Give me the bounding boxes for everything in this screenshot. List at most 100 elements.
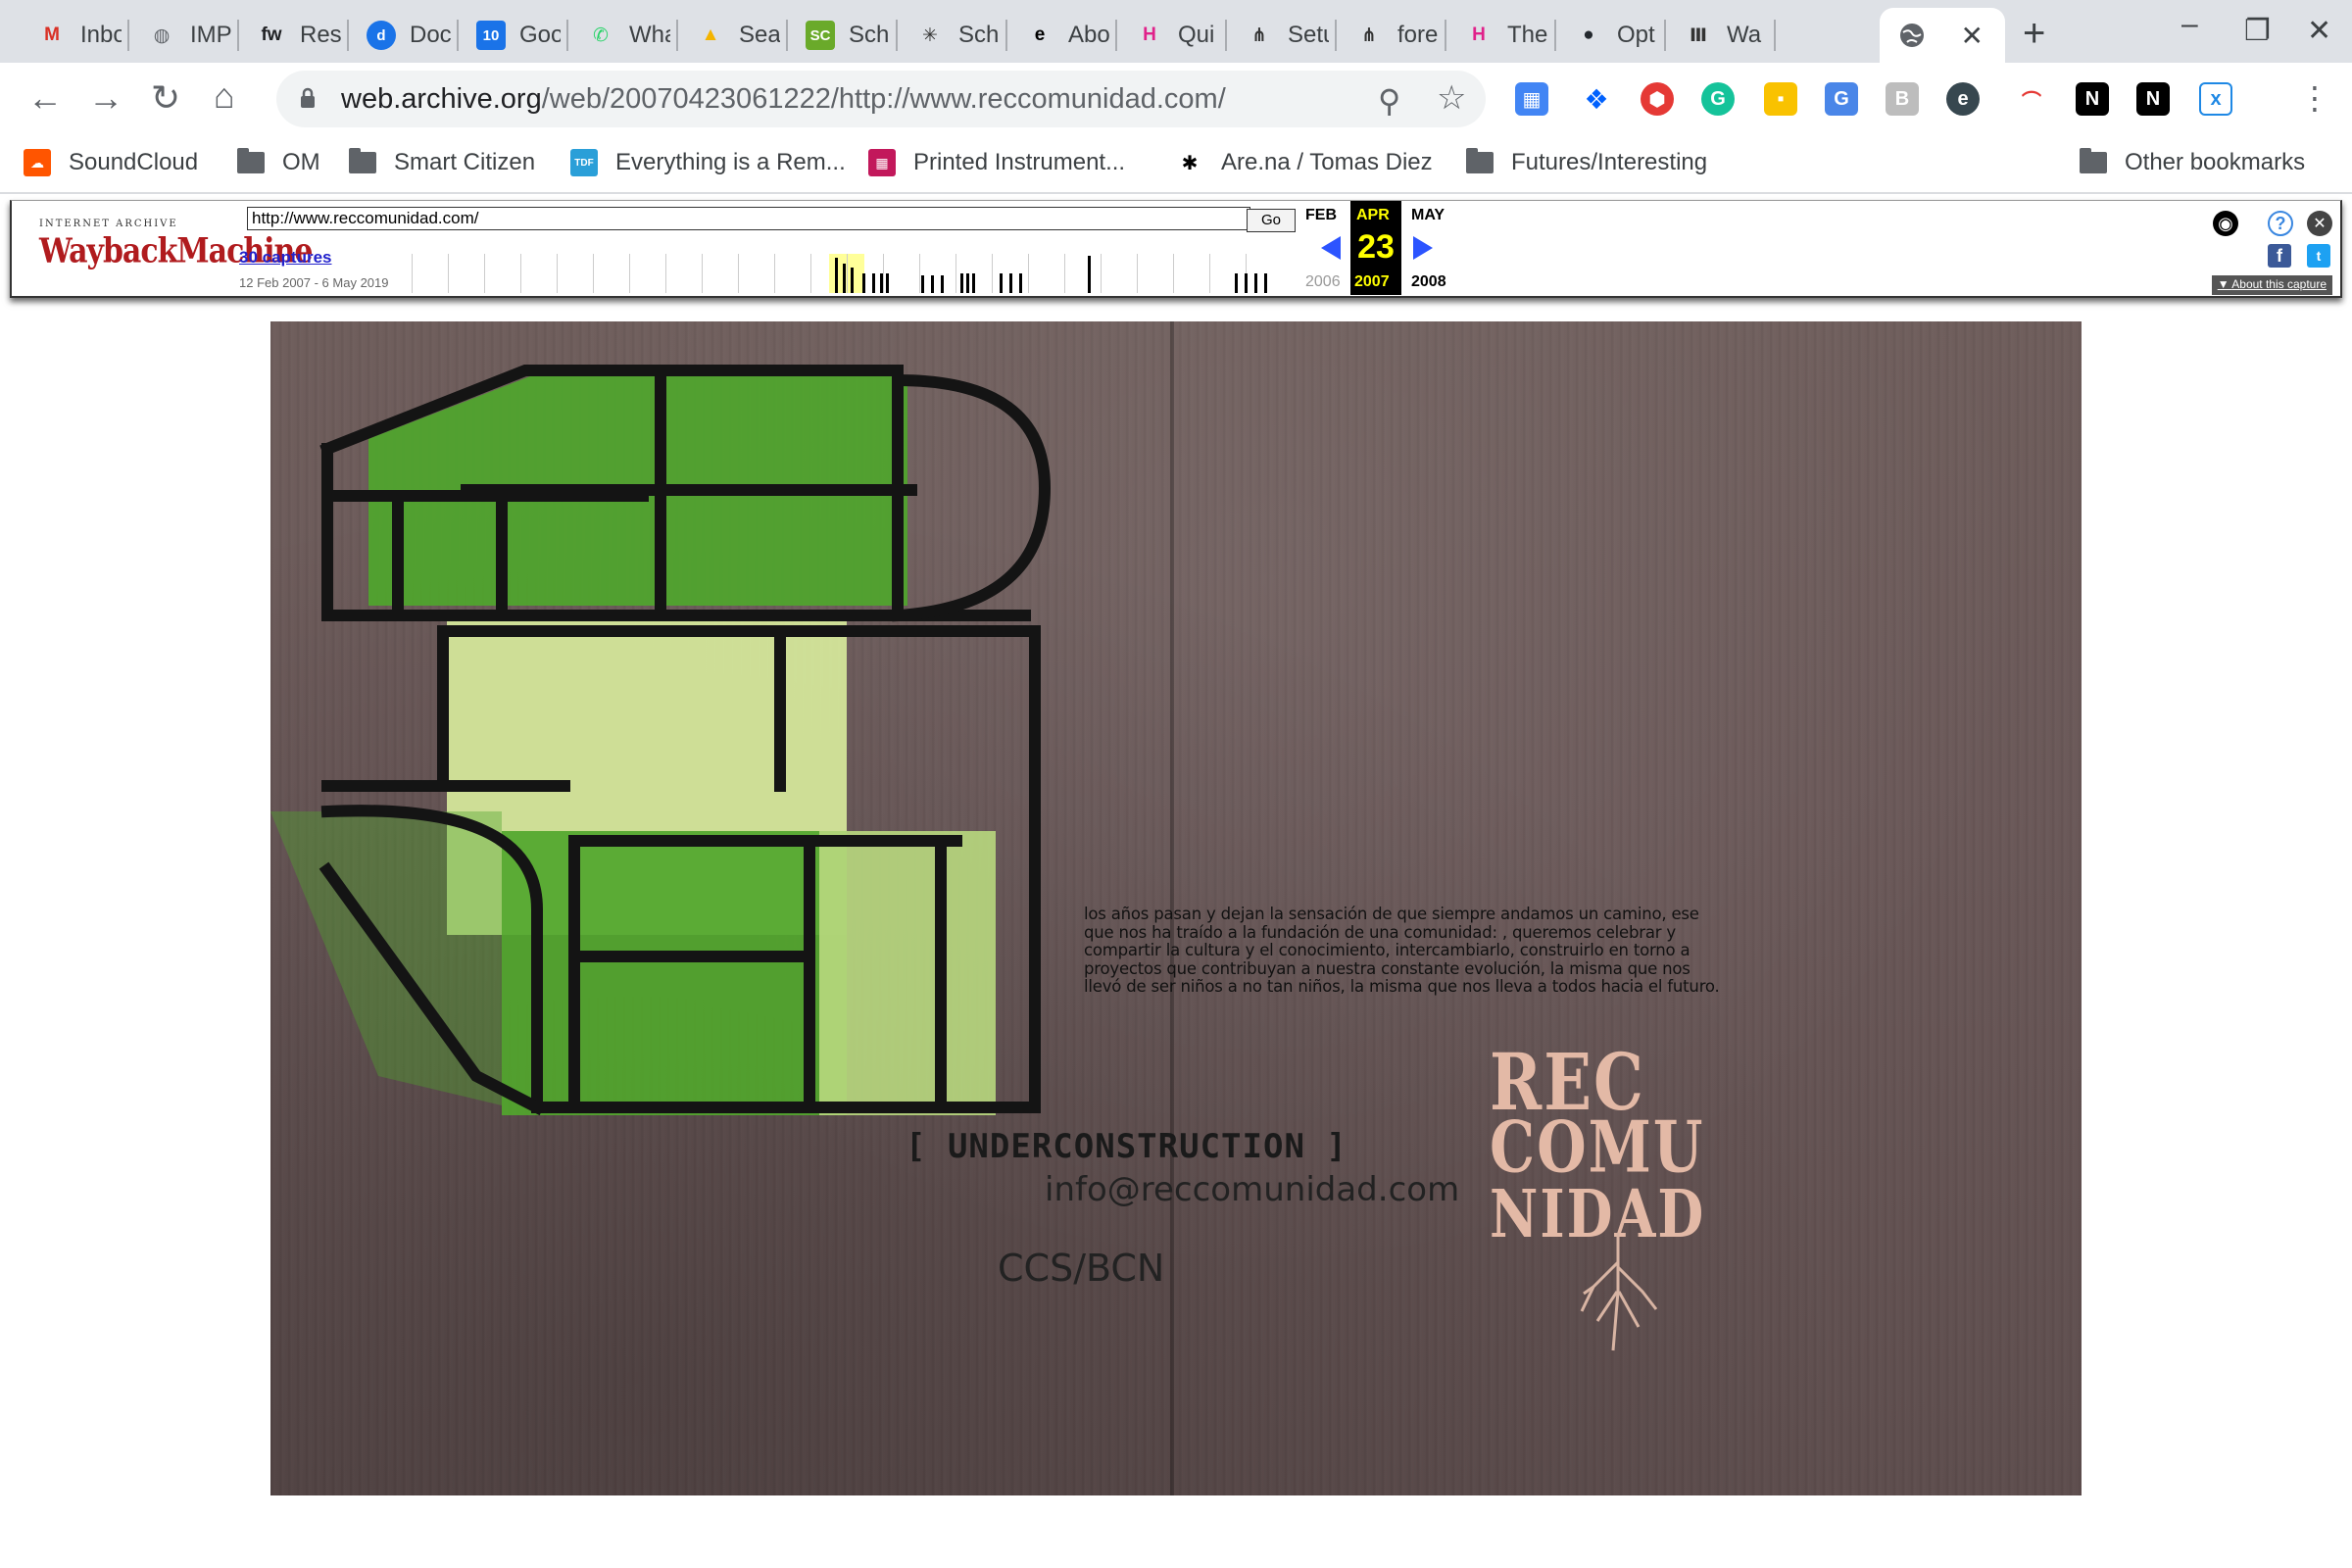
bookmark-item-6[interactable]: ✱ Are.na / Tomas Diez	[1176, 149, 1433, 176]
next-year-label[interactable]: 2008	[1411, 273, 1446, 291]
tab-9[interactable]: ✳ Sch	[898, 8, 1007, 63]
wayback-go-button[interactable]: Go	[1247, 209, 1296, 232]
sparkline-year-divider	[1101, 254, 1102, 293]
sparkline-year-divider	[810, 254, 811, 293]
bookmark-item-2[interactable]: OM	[237, 148, 320, 176]
tab-11[interactable]: H Qui	[1117, 8, 1227, 63]
sc-icon: SC	[806, 21, 835, 50]
tab-10[interactable]: e Abo	[1007, 8, 1117, 63]
dropbox-icon[interactable]: ❖	[1580, 82, 1613, 116]
tab-12[interactable]: ⋔ Setu	[1227, 8, 1337, 63]
tab-title: Doc	[410, 22, 451, 48]
tab-15[interactable]: ● Opt	[1556, 8, 1666, 63]
about-capture-label: About this capture	[2231, 277, 2327, 291]
next-capture-arrow-icon[interactable]	[1413, 236, 1433, 260]
prev-year-label[interactable]: 2006	[1305, 273, 1341, 291]
close-wayback-icon[interactable]: ✕	[2307, 211, 2332, 236]
folder-icon	[237, 148, 265, 173]
contact-email: info@reccomunidad.com	[1045, 1170, 1460, 1209]
tab-16[interactable]: Ⅲ Wa	[1666, 8, 1776, 63]
account-icon[interactable]: ◉	[2213, 211, 2238, 236]
extension-calendar-icon[interactable]: ▦	[1515, 82, 1548, 116]
help-icon[interactable]: ?	[2268, 211, 2293, 236]
sparkline-year-divider	[1064, 254, 1065, 293]
capture-bar	[835, 258, 838, 293]
bookmark-item-4[interactable]: TDF Everything is a Rem...	[570, 149, 846, 176]
tab-13[interactable]: ⋔ fore	[1337, 8, 1446, 63]
bookmark-label: SoundCloud	[69, 149, 199, 175]
gmail-icon: M	[44, 24, 60, 45]
current-year-label: 2007	[1354, 273, 1390, 290]
bookmark-item-1[interactable]: ☁ SoundCloud	[24, 149, 198, 176]
prev-capture-arrow-icon[interactable]	[1321, 236, 1341, 260]
translate-icon[interactable]: G	[1825, 82, 1858, 116]
internet-archive-label: INTERNET ARCHIVE	[39, 219, 178, 229]
tab-5[interactable]: 10 Goo	[459, 8, 568, 63]
bookmark-item-7[interactable]: Futures/Interesting	[1466, 148, 1707, 176]
capture-sparkline[interactable]	[412, 250, 1294, 295]
intro-paragraph: los años pasan y dejan la sensación de q…	[1084, 905, 1720, 996]
capture-bar	[1009, 273, 1012, 293]
tab-2[interactable]: ◍ IMP	[129, 8, 239, 63]
wayback-url-input[interactable]	[247, 207, 1250, 230]
forward-button[interactable]: →	[88, 78, 123, 118]
new-tab-button[interactable]: +	[2023, 12, 2045, 56]
captures-link[interactable]: 30 captures	[239, 248, 332, 268]
bookmark-star-icon[interactable]: ☆	[1437, 78, 1466, 118]
tab-7[interactable]: ▲ Sea	[678, 8, 788, 63]
bookmark-item-5[interactable]: ▦ Printed Instrument...	[868, 149, 1125, 176]
zoom-icon[interactable]: ⚲	[1378, 82, 1400, 120]
capture-bar	[921, 275, 924, 293]
twitter-icon[interactable]: t	[2307, 244, 2330, 268]
extension-gray-icon[interactable]: B	[1886, 82, 1919, 116]
sparkline-year-divider	[412, 254, 413, 293]
bookmark-label: OM	[282, 149, 320, 175]
menu-kebab-icon[interactable]: ⋮	[2299, 78, 2330, 118]
tab-4[interactable]: d Doc	[349, 8, 459, 63]
adblock-icon[interactable]: ⬢	[1641, 82, 1674, 116]
address-bar[interactable]: web.archive.org/web/20070423061222/http:…	[276, 71, 1486, 127]
capture-bar	[880, 273, 883, 293]
back-button[interactable]: ←	[27, 78, 63, 118]
hexagon-h-icon: H	[1472, 24, 1486, 45]
other-bookmarks-folder[interactable]: Other bookmarks	[2080, 148, 2305, 176]
next-month-label[interactable]: MAY	[1411, 207, 1445, 224]
tab-title: IMP	[190, 22, 231, 48]
grammarly-icon[interactable]: G	[1701, 82, 1735, 116]
capture-bar	[966, 273, 969, 293]
close-window-icon[interactable]: ✕	[2307, 14, 2331, 48]
tab-title: Opt	[1617, 22, 1655, 48]
sparkline-year-divider	[702, 254, 703, 293]
url-path: /web/20070423061222/http://www.reccomuni…	[541, 83, 1226, 115]
home-button[interactable]: ⌂	[214, 76, 235, 116]
restore-icon[interactable]: ❐	[2244, 14, 2271, 48]
globe-icon	[1897, 21, 1927, 50]
folder-icon	[2080, 148, 2107, 173]
tab-3[interactable]: fw Res	[239, 8, 349, 63]
printed-icon: ▦	[868, 149, 896, 176]
folder-icon	[349, 148, 376, 173]
tab-8[interactable]: SC Sch	[788, 8, 898, 63]
tab-14[interactable]: H The	[1446, 8, 1556, 63]
notion-web-clipper-icon[interactable]: N	[2136, 82, 2170, 116]
tab-1[interactable]: M Inbox	[20, 8, 129, 63]
url-text[interactable]: web.archive.org/web/20070423061222/http:…	[341, 83, 1226, 116]
browser-toolbar: ← → ↻ ⌂ web.archive.org/web/200704230612…	[0, 63, 2352, 135]
extension-rainbow-icon[interactable]: ⌒	[2015, 82, 2048, 116]
extension-yellow-icon[interactable]: ▪	[1764, 82, 1797, 116]
about-capture-link[interactable]: ▼ About this capture	[2211, 275, 2332, 295]
prev-month-label[interactable]: FEB	[1305, 207, 1337, 224]
tab-title: Qui	[1178, 22, 1215, 48]
extension-x-icon[interactable]: x	[2199, 82, 2232, 116]
bookmark-item-3[interactable]: Smart Citizen	[349, 148, 535, 176]
minimize-icon[interactable]: –	[2181, 8, 2198, 41]
tab-active[interactable]: ✕	[1880, 8, 2005, 63]
notion-icon[interactable]: N	[2076, 82, 2109, 116]
extension-e-icon[interactable]: e	[1946, 82, 1980, 116]
tab-title: Sch	[958, 22, 1000, 48]
close-tab-icon[interactable]: ✕	[1961, 20, 1984, 52]
tab-6[interactable]: ✆ Wha	[568, 8, 678, 63]
reload-button[interactable]: ↻	[151, 78, 180, 118]
facebook-icon[interactable]: f	[2268, 244, 2291, 268]
tab-title: Inbox	[80, 22, 122, 48]
